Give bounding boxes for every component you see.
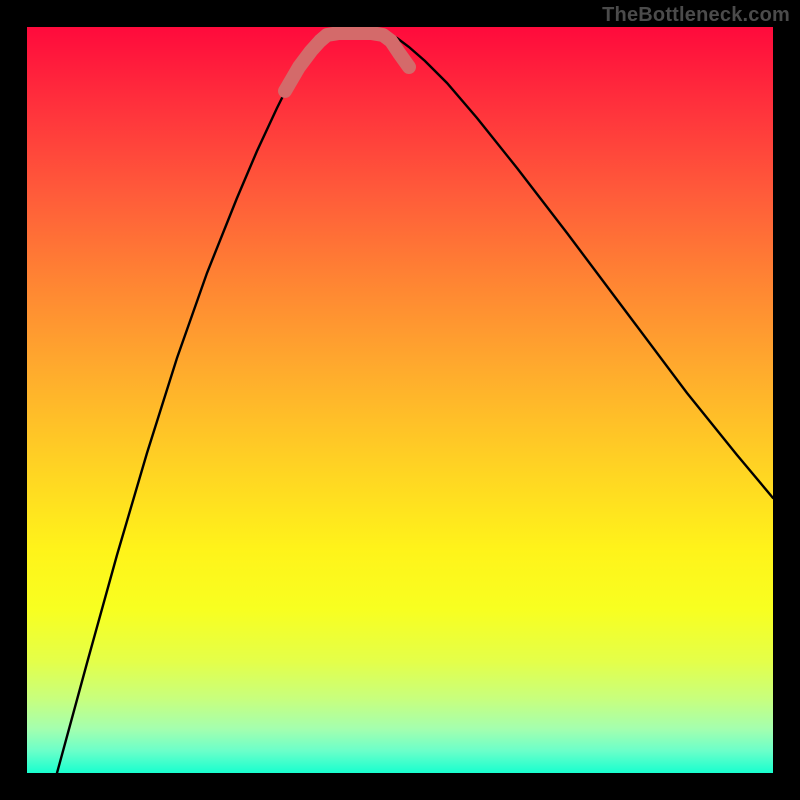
watermark-text: TheBottleneck.com (602, 4, 790, 27)
plot-area (27, 27, 773, 773)
right-curve (387, 33, 773, 498)
left-curve (57, 33, 329, 773)
chart-frame: TheBottleneck.com (0, 0, 800, 800)
pink-overlay (285, 33, 409, 91)
curve-layer (27, 27, 773, 773)
